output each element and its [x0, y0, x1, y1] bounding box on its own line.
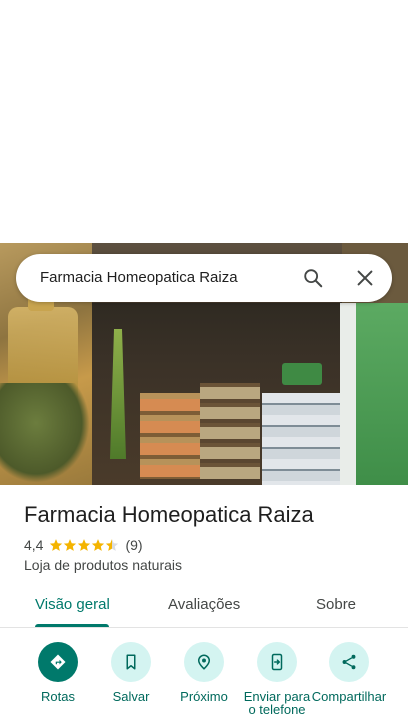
place-category: Loja de produtos naturais [24, 557, 182, 573]
star-icon [78, 539, 91, 551]
star-icon [50, 539, 63, 551]
tab-overview[interactable]: Visão geral [35, 596, 110, 613]
tab-reviews[interactable]: Avaliações [168, 596, 240, 613]
bookmark-icon [126, 654, 136, 670]
star-icon [92, 539, 105, 551]
save-button[interactable]: Salvar [93, 642, 169, 703]
nearby-label: Próximo [180, 689, 228, 704]
send-to-phone-icon [271, 653, 283, 671]
send-to-phone-label: Enviar para o telefone [243, 689, 311, 717]
tab-about[interactable]: Sobre [316, 596, 356, 613]
rating-row[interactable]: 4,4 (9) [24, 536, 143, 554]
rating-value: 4,4 [24, 537, 44, 553]
directions-label: Rotas [41, 689, 75, 704]
review-count[interactable]: (9) [125, 537, 142, 553]
share-button[interactable]: Compartilhar [311, 642, 387, 703]
search-query[interactable]: Farmacia Homeopatica Raiza [40, 269, 238, 286]
search-icon[interactable] [302, 267, 324, 289]
save-label: Salvar [112, 689, 150, 704]
action-buttons: Rotas Salvar Próximo Enviar para o telef… [0, 638, 408, 726]
send-to-phone-button[interactable]: Enviar para o telefone [239, 642, 315, 716]
directions-icon [50, 654, 66, 670]
search-bar[interactable]: Farmacia Homeopatica Raiza [16, 254, 392, 302]
star-half-icon [106, 539, 119, 551]
share-icon [342, 654, 356, 670]
active-tab-indicator [35, 624, 109, 627]
close-icon[interactable] [354, 267, 376, 289]
rating-stars [49, 538, 119, 552]
map-area-blank [0, 0, 408, 243]
star-icon [64, 539, 77, 551]
nearby-icon [197, 654, 211, 670]
directions-button[interactable]: Rotas [20, 642, 96, 703]
tab-bar: Visão geral Avaliações Sobre [0, 584, 408, 628]
place-title: Farmacia Homeopatica Raiza [24, 502, 314, 527]
nearby-button[interactable]: Próximo [166, 642, 242, 703]
share-label: Compartilhar [311, 689, 387, 704]
